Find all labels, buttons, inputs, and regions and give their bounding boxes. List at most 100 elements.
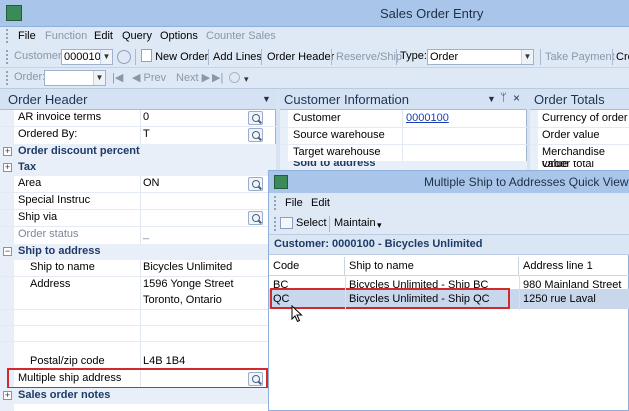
- panel-dropdown-icon[interactable]: ▼: [487, 94, 496, 104]
- search-icon[interactable]: [117, 50, 131, 64]
- property-row[interactable]: Customer 0000100: [280, 111, 527, 127]
- section-title: Order discount percent: [18, 145, 140, 157]
- property-row[interactable]: Order status _: [0, 227, 276, 243]
- prev-button[interactable]: ◀ Prev: [132, 71, 166, 84]
- highlight-box: [270, 288, 510, 309]
- chevron-down-icon[interactable]: ▼: [100, 50, 112, 64]
- expand-icon[interactable]: +: [3, 147, 12, 156]
- property-row[interactable]: Target warehouse: [280, 145, 527, 161]
- lookup-icon[interactable]: [248, 211, 263, 225]
- expand-icon[interactable]: +: [3, 163, 12, 172]
- lookup-icon[interactable]: [248, 128, 263, 142]
- menu-counter-sales[interactable]: Counter Sales: [206, 30, 276, 42]
- property-value[interactable]: 1596 Yonge Street: [143, 278, 234, 290]
- property-label: Source warehouse: [293, 129, 385, 141]
- property-row[interactable]: Source warehouse: [280, 128, 527, 144]
- reserve-ship-button[interactable]: Reserve/Ship: [333, 48, 405, 66]
- property-row[interactable]: AR invoice terms 0: [0, 110, 276, 126]
- quick-view-title-bar: Multiple Ship to Addresses Quick View: [269, 171, 629, 193]
- order-header-title: Order Header: [8, 92, 88, 107]
- chevron-down-icon[interactable]: ▼: [93, 71, 105, 85]
- menu-edit[interactable]: Edit: [94, 30, 113, 42]
- menu-function[interactable]: Function: [45, 30, 87, 42]
- property-row[interactable]: Area ON: [0, 176, 276, 192]
- order-header-button[interactable]: Order Header: [264, 48, 337, 66]
- property-value[interactable]: T: [143, 128, 150, 140]
- highlight-box: [7, 368, 268, 389]
- panel-dropdown-icon[interactable]: ▼: [262, 94, 271, 104]
- pin-icon[interactable]: ᛘ: [500, 92, 507, 104]
- next-button[interactable]: Next ▶: [176, 71, 210, 84]
- mouse-cursor-icon: [291, 305, 303, 323]
- property-value[interactable]: 0: [143, 111, 149, 123]
- column-header-code[interactable]: Code: [269, 257, 345, 275]
- new-order-button[interactable]: New Order: [138, 48, 211, 66]
- menu-query[interactable]: Query: [122, 30, 152, 42]
- first-record-icon[interactable]: |◀: [112, 71, 123, 84]
- property-row[interactable]: Ship to name Bicycles Unlimited: [0, 260, 276, 276]
- add-lines-button[interactable]: Add Lines: [210, 48, 265, 66]
- order-header-panel: Order Header ▼ AR invoice terms 0 Ordere…: [0, 89, 276, 411]
- type-label: Type:: [400, 50, 427, 62]
- property-value[interactable]: Toronto, Ontario: [143, 294, 222, 306]
- qv-menu-file[interactable]: File: [285, 197, 303, 209]
- chevron-down-icon[interactable]: ▼: [521, 50, 533, 64]
- create-button[interactable]: Cre: [613, 48, 629, 66]
- lookup-icon[interactable]: [248, 177, 263, 191]
- section-title: Ship to address: [18, 245, 101, 257]
- window-title: Sales Order Entry: [380, 6, 484, 21]
- section-title: Sold to address: [293, 161, 376, 169]
- collapse-icon[interactable]: −: [3, 247, 12, 256]
- title-bar: Sales Order Entry: [0, 0, 629, 27]
- section-sales-order-notes[interactable]: + Sales order notes: [0, 388, 276, 404]
- search-icon[interactable]: [229, 72, 240, 83]
- section-order-discount[interactable]: + Order discount percent: [0, 144, 276, 160]
- select-button[interactable]: Select: [296, 217, 327, 229]
- property-label: Special Instruc: [18, 194, 91, 206]
- column-header-ship-to-name[interactable]: Ship to name: [345, 257, 519, 275]
- overflow-chevron-icon[interactable]: ▾: [244, 74, 249, 85]
- type-combo[interactable]: Order ▼: [427, 49, 534, 65]
- menu-file[interactable]: File: [18, 30, 36, 42]
- property-value[interactable]: L4B 1B4: [143, 355, 185, 367]
- property-row[interactable]: Currency of order: [530, 111, 629, 127]
- customer-combo[interactable]: 0000100 ▼: [61, 49, 113, 65]
- property-row[interactable]: Order value: [530, 128, 629, 144]
- property-row[interactable]: Special Instruc: [0, 193, 276, 209]
- toolbar-grip: [6, 71, 9, 85]
- property-value[interactable]: Bicycles Unlimited: [143, 261, 232, 273]
- maintain-button[interactable]: Maintain: [334, 217, 376, 229]
- menu-options[interactable]: Options: [160, 30, 198, 42]
- expand-icon[interactable]: +: [3, 391, 12, 400]
- column-divider: [345, 275, 346, 310]
- property-label: Order value: [542, 129, 600, 141]
- property-row[interactable]: Merchandise value: [530, 145, 629, 170]
- toolbar-separator: [261, 49, 262, 65]
- qv-menu-edit[interactable]: Edit: [311, 197, 330, 209]
- order-combo[interactable]: ▼: [44, 70, 106, 86]
- customer-info-header: Customer Information ▼ ᛘ ×: [280, 89, 527, 110]
- customer-info-title: Customer Information: [284, 92, 409, 107]
- close-icon[interactable]: ×: [513, 91, 520, 105]
- toolbar-grip: [274, 217, 277, 231]
- new-document-icon: [141, 49, 152, 62]
- property-label: Ship via: [18, 211, 58, 223]
- property-value[interactable]: ON: [143, 177, 160, 189]
- section-tax[interactable]: + Tax: [0, 160, 276, 176]
- last-record-icon[interactable]: ▶|: [212, 71, 223, 84]
- property-value: _: [143, 228, 150, 240]
- customer-link[interactable]: 0000100: [406, 112, 449, 124]
- lookup-icon[interactable]: [248, 111, 263, 125]
- section-ship-to-address[interactable]: − Ship to address: [0, 244, 276, 260]
- take-payment-button[interactable]: Take Payment: [542, 48, 618, 66]
- quick-view-toolbar: Select Maintain ▾: [269, 213, 629, 235]
- toolbar-grip: [6, 50, 9, 64]
- property-row[interactable]: Ship via: [0, 210, 276, 226]
- property-row[interactable]: Toronto, Ontario: [0, 293, 276, 309]
- property-row[interactable]: Address 1596 Yonge Street: [0, 277, 276, 293]
- property-row[interactable]: Ordered By: T: [0, 127, 276, 143]
- overflow-chevron-icon[interactable]: ▾: [377, 220, 382, 231]
- column-header-address-line-1[interactable]: Address line 1: [519, 257, 629, 275]
- menu-bar: File Function Edit Query Options Counter…: [0, 27, 629, 46]
- order-totals-title: Order Totals: [534, 92, 605, 107]
